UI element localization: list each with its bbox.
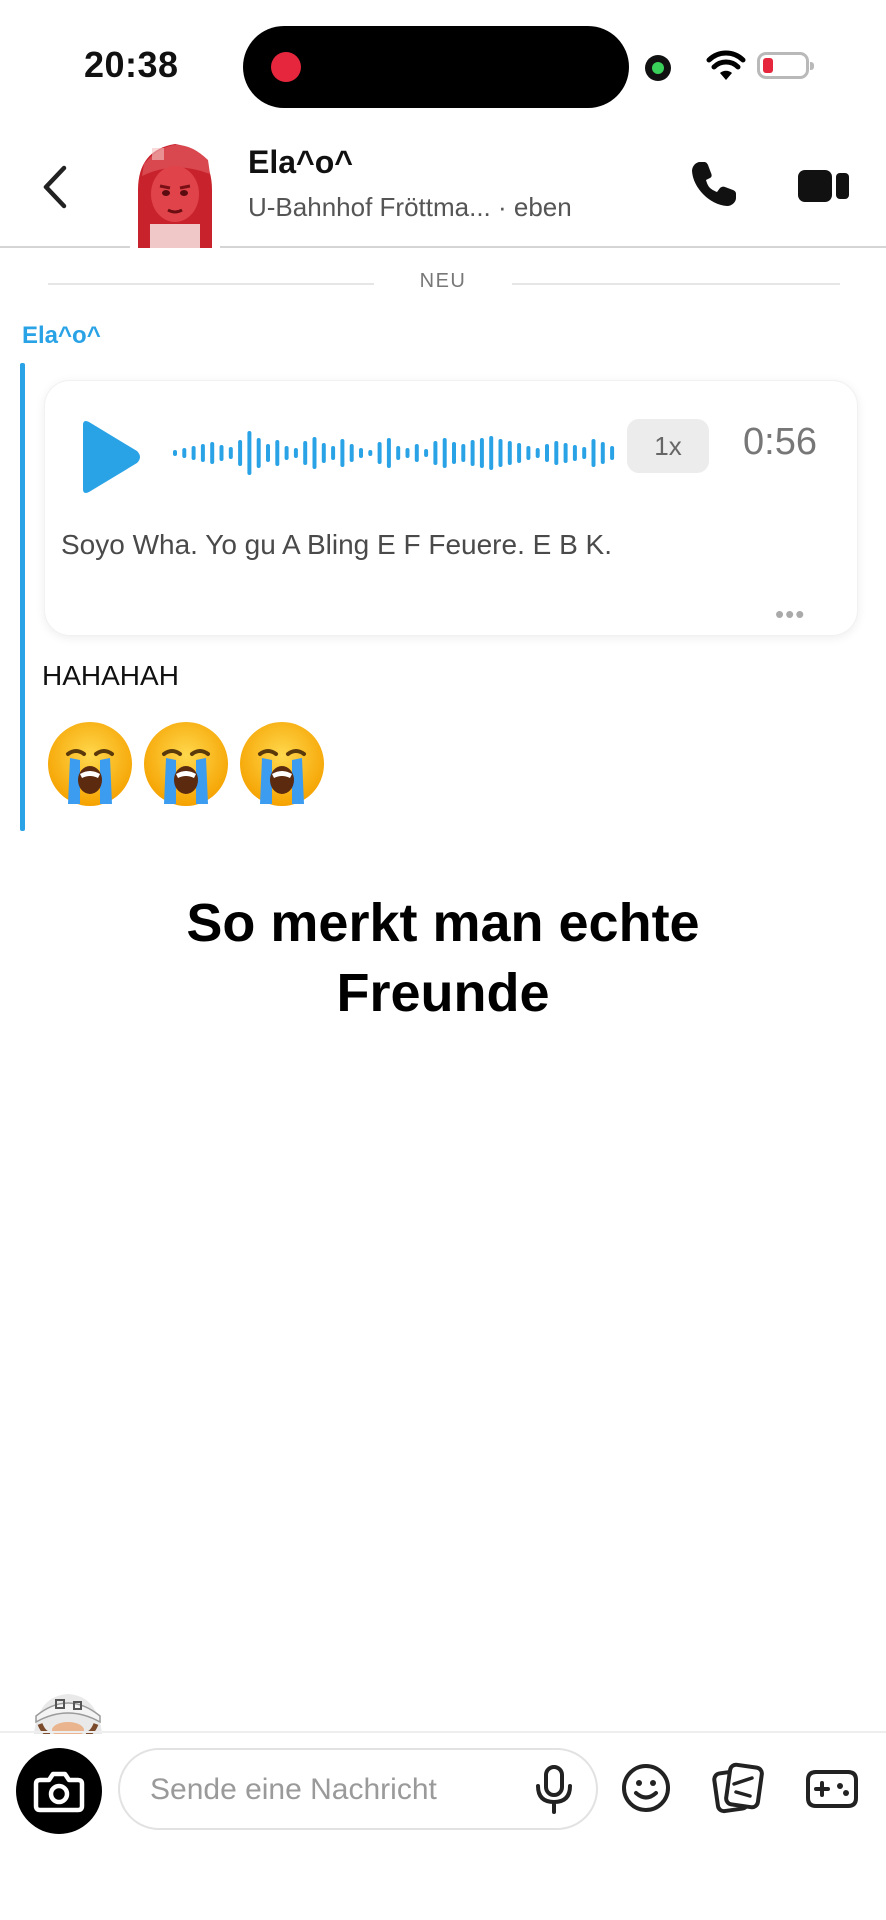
- waveform-bar: [535, 448, 540, 458]
- waveform-bar: [312, 437, 317, 469]
- waveform-bar: [386, 438, 391, 468]
- game-controller-icon[interactable]: [804, 1762, 860, 1814]
- waveform-bar: [219, 445, 224, 461]
- waveform-bar: [610, 446, 615, 460]
- new-messages-divider: NEU: [419, 270, 467, 292]
- microphone-icon[interactable]: [534, 1764, 574, 1816]
- video-caption: So merkt man echte Freunde: [0, 888, 886, 1028]
- chat-message-text: HAHAHAH: [42, 660, 179, 691]
- waveform-bar: [489, 436, 494, 470]
- waveform-bar: [256, 438, 261, 468]
- video-call-icon[interactable]: [798, 168, 850, 204]
- contact-name[interactable]: Ela^o^: [248, 144, 353, 181]
- waveform-bar: [368, 450, 373, 456]
- waveform-icon[interactable]: [173, 421, 623, 485]
- dynamic-island: [243, 26, 629, 108]
- waveform-bar: [442, 438, 447, 468]
- status-time: 20:38: [84, 44, 179, 85]
- battery-icon: [757, 52, 814, 79]
- recording-indicator-icon: [271, 52, 301, 82]
- caption-line-2: Freunde: [336, 963, 550, 1023]
- waveform-bar: [191, 446, 196, 460]
- emoji-message: [44, 718, 328, 810]
- waveform-bar: [433, 441, 438, 465]
- caption-line-1: So merkt man echte: [186, 893, 700, 953]
- waveform-bar: [210, 442, 215, 464]
- contact-location: U-Bahnhof Fröttma...: [248, 192, 491, 222]
- waveform-bar: [349, 444, 354, 462]
- voice-note-card[interactable]: 1x 0:56 Soyo Wha. Yo gu A Bling E F Feue…: [44, 380, 858, 636]
- waveform-bar: [340, 439, 345, 467]
- waveform-bar: [470, 440, 475, 466]
- contact-avatar[interactable]: [130, 130, 220, 248]
- waveform-bar: [517, 443, 522, 463]
- emoji-picker-icon[interactable]: [620, 1762, 672, 1814]
- contact-last-seen: · eben: [498, 192, 572, 222]
- waveform-bar: [479, 438, 484, 468]
- camera-icon: [33, 1771, 85, 1813]
- waveform-bar: [424, 449, 429, 457]
- waveform-bar: [414, 444, 419, 462]
- divider-line-right: [512, 283, 840, 285]
- more-options-icon[interactable]: •••: [775, 599, 805, 630]
- message-group-accent-bar: [20, 363, 25, 831]
- waveform-bar: [247, 431, 252, 475]
- camera-in-use-indicator-icon: [645, 55, 671, 81]
- waveform-bar: [507, 441, 512, 465]
- play-icon[interactable]: [73, 417, 145, 497]
- waveform-bar: [359, 448, 363, 458]
- back-chevron-icon[interactable]: [38, 162, 74, 212]
- loudly-crying-face-icon: [240, 722, 324, 806]
- voice-note-duration: 0:56: [743, 421, 817, 463]
- waveform-bar: [275, 440, 280, 466]
- loudly-crying-face-icon: [144, 722, 228, 806]
- sender-name: Ela^o^: [22, 322, 101, 349]
- waveform-bar: [321, 443, 326, 463]
- waveform-bar: [377, 442, 382, 464]
- waveform-bar: [284, 446, 289, 460]
- waveform-bar: [303, 441, 308, 465]
- waveform-bar: [238, 440, 243, 466]
- waveform-bar: [545, 444, 549, 462]
- waveform-bar: [293, 448, 298, 458]
- message-input[interactable]: [150, 1768, 520, 1812]
- waveform-bar: [228, 447, 233, 459]
- waveform-bar: [461, 444, 466, 462]
- message-composer[interactable]: [118, 1748, 598, 1830]
- waveform-bar: [600, 442, 605, 464]
- loudly-crying-face-icon: [48, 722, 132, 806]
- waveform-bar: [452, 442, 456, 464]
- waveform-bar: [173, 450, 177, 456]
- waveform-bar: [331, 446, 336, 460]
- waveform-bar: [405, 448, 410, 458]
- waveform-bar: [498, 439, 503, 467]
- waveform-bar: [526, 446, 531, 460]
- waveform-bar: [591, 439, 596, 467]
- typing-bitmoji-avatar: [30, 1690, 106, 1734]
- chat-header: Ela^o^ U-Bahnhof Fröttma... · eben: [0, 130, 886, 248]
- waveform-bar: [563, 443, 568, 463]
- phone-call-icon[interactable]: [688, 158, 740, 210]
- camera-button[interactable]: [16, 1748, 102, 1834]
- composer-divider: [0, 1731, 886, 1733]
- waveform-bar: [266, 444, 270, 462]
- voice-note-transcript: Soyo Wha. Yo gu A Bling E F Feuere. E B …: [61, 529, 612, 560]
- waveform-bar: [182, 448, 187, 458]
- contact-status: U-Bahnhof Fröttma... · eben: [248, 192, 572, 223]
- waveform-bar: [554, 441, 559, 465]
- waveform-bar: [200, 444, 205, 462]
- waveform-bar: [572, 445, 577, 461]
- memories-sticker-icon[interactable]: [712, 1762, 764, 1814]
- wifi-icon: [706, 50, 746, 80]
- waveform-bar: [396, 446, 401, 460]
- playback-speed-button[interactable]: 1x: [627, 419, 709, 473]
- status-bar: 20:38: [0, 0, 886, 130]
- waveform-bar: [582, 447, 587, 459]
